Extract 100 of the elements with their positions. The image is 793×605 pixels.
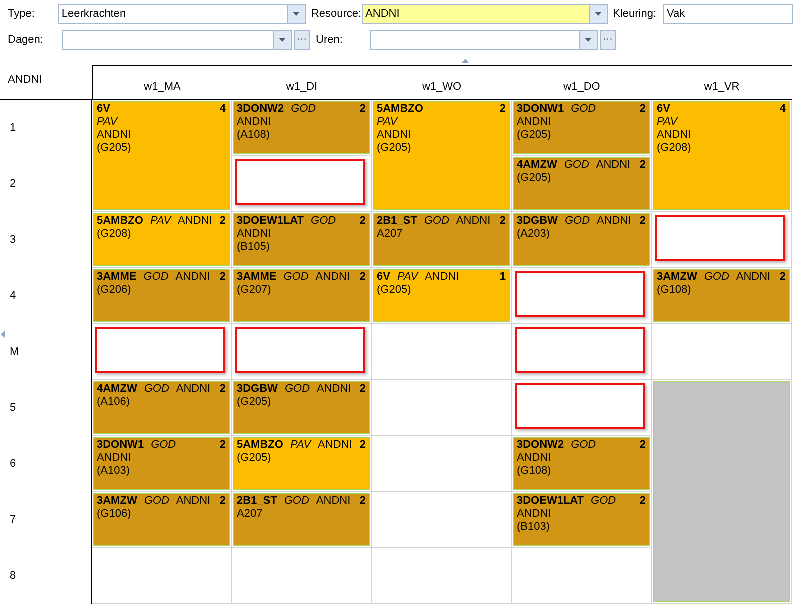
day-header: w1_MA [144,80,181,94]
highlighted-slot[interactable] [235,159,365,205]
lesson-card[interactable]: 3DGBW GOD ANDNI 2 (G205) [233,381,370,434]
resource-label: ANDNI [8,74,42,86]
class-group: 3AMME [237,271,277,284]
lesson-card[interactable]: 3DOEW1LAT GOD ANDNI 2 (B105) [233,213,370,266]
dropdown-button[interactable] [579,31,597,49]
lesson-card[interactable]: 3AMME GOD ANDNI 2 (G206) [93,269,230,322]
room: (A108) [237,129,270,142]
room: (G108) [517,465,552,478]
dropdown-field[interactable] [62,30,292,50]
subject: GOD [591,495,616,508]
room: (G108) [657,284,692,297]
teacher: ANDNI [456,215,491,228]
day-header: w1_WO [422,80,462,94]
lesson-card[interactable]: 4AMZW GOD ANDNI 2 (G205) [513,157,650,210]
lesson-card[interactable]: 3DGBW GOD ANDNI 2 (A203) [513,213,650,266]
caret-icon [594,12,602,16]
teacher: ANDNI [97,452,132,465]
room: (G205) [237,452,272,465]
teacher: ANDNI [237,116,272,129]
lesson-count: 2 [780,271,786,284]
lesson-count: 2 [640,215,646,228]
subject: GOD [564,215,590,228]
period-label: 1 [10,120,16,136]
subject: GOD [564,159,590,172]
lesson-card[interactable]: 6V 4 PAV ANDNI (G205) [93,101,230,210]
dropdown-field[interactable] [370,30,598,50]
field-label: Dagen: [8,32,44,48]
class-group: 6V [97,103,110,116]
ellipsis-button[interactable]: ··· [600,30,616,50]
class-group: 3AMZW [657,271,698,284]
field-label: Kleuring: [613,6,657,22]
subject: PAV [397,271,418,284]
class-group: 3DOEW1LAT [237,215,304,228]
lesson-count: 2 [500,103,506,116]
class-group: 3DONW2 [517,439,564,452]
lesson-card[interactable]: 3AMZW GOD ANDNI 2 (G106) [93,493,230,546]
lesson-card[interactable]: 3DONW1 GOD ANDNI 2 (G205) [513,101,650,154]
lesson-card[interactable]: 3DOEW1LAT GOD ANDNI 2 (B103) [513,493,650,546]
subject: PAV [657,116,678,129]
dropdown-field[interactable]: ANDNI [362,4,608,24]
dropdown-button[interactable] [588,5,607,23]
lesson-card[interactable]: 3DONW2 GOD ANDNI 2 (G108) [513,437,650,490]
ellipsis-button[interactable]: ··· [294,30,310,50]
lesson-card[interactable]: 6V 4 PAV ANDNI (G208) [653,101,790,210]
lesson-count: 2 [640,103,646,117]
highlighted-slot[interactable] [655,215,785,261]
caret-icon [292,12,300,16]
lesson-card[interactable]: 2B1_ST GOD ANDNI 2 A207 [373,213,510,266]
lesson-count: 2 [360,383,366,396]
lesson-card[interactable]: 2B1_ST GOD ANDNI 2 A207 [233,493,370,546]
lesson-card[interactable]: 5AMBZO PAV ANDNI 2 (G208) [93,213,230,266]
lesson-count: 2 [360,271,366,284]
teacher: ANDNI [316,271,350,284]
room: A207 [377,228,403,241]
lesson-card[interactable]: 5AMBZO PAV ANDNI 2 (G205) [233,437,370,490]
teacher: ANDNI [318,439,352,452]
teacher: ANDNI [317,383,352,396]
empty-cell[interactable] [652,324,792,380]
highlighted-slot[interactable] [95,327,225,373]
class-group: 3DONW2 [237,103,284,116]
teacher: ANDNI [517,452,552,465]
teacher: ANDNI [517,508,552,521]
subject: GOD [571,103,596,116]
day-header: w1_DI [286,80,318,94]
lesson-count: 2 [640,439,646,453]
highlighted-slot[interactable] [235,327,365,373]
lesson-card[interactable]: 3AMZW GOD ANDNI 2 (G108) [653,269,790,322]
lesson-card[interactable]: 4AMZW GOD ANDNI 2 (A106) [93,381,230,434]
expand-icon[interactable] [1,331,5,338]
dropdown-field[interactable]: Leerkrachten [58,4,306,24]
subject: PAV [290,439,312,452]
collapse-icon[interactable] [462,59,469,63]
dropdown-button[interactable] [273,31,291,49]
lesson-count: 2 [500,215,506,228]
lesson-card[interactable]: 3AMME GOD ANDNI 2 (G207) [233,269,370,322]
period-label: 3 [10,232,16,248]
lesson-card[interactable]: 5AMBZO 2 PAV ANDNI (G205) [373,101,510,210]
empty-cell[interactable] [372,380,512,436]
period-label: 4 [10,288,16,304]
caret-icon [585,38,592,42]
teacher: ANDNI [377,129,412,142]
empty-cell[interactable] [372,324,512,380]
room: (G205) [517,129,552,142]
highlighted-slot[interactable] [515,383,645,429]
class-group: 3DONW1 [517,103,564,116]
subject: GOD [284,271,309,284]
highlighted-slot[interactable] [515,271,645,317]
lesson-card[interactable]: 3DONW2 GOD ANDNI 2 (A108) [233,101,370,154]
input-field[interactable]: Vak [663,4,793,24]
teacher: ANDNI [425,271,460,284]
dropdown-button[interactable] [286,5,305,23]
period-label: M [10,344,20,360]
lesson-card[interactable]: 3DONW1 GOD ANDNI 2 (A103) [93,437,230,490]
subject: GOD [571,439,596,452]
lesson-card[interactable]: 6V PAV ANDNI 1 (G205) [373,269,510,322]
teacher: ANDNI [597,215,632,228]
highlighted-slot[interactable] [515,327,645,373]
day-header: w1_VR [704,80,740,94]
